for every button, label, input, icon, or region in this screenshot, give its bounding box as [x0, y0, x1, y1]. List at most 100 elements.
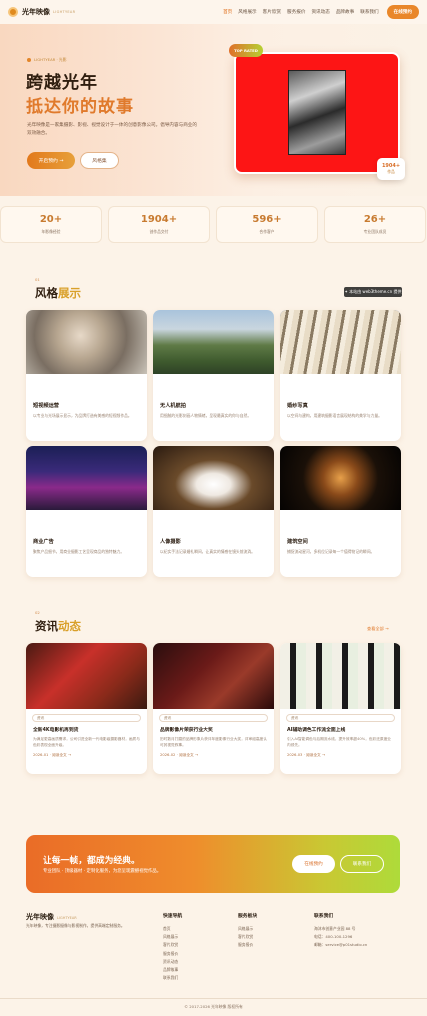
card-title: 建筑空间: [287, 539, 308, 545]
copyright: © 2017-2026 光年映像 版权所有: [184, 1004, 243, 1009]
news-date: 2026-03: [287, 753, 303, 758]
card-desc: 聚焦产品细节，用商业摄影工艺呈现商品的独特魅力。: [33, 549, 125, 554]
news-card[interactable]: 资讯 AI辅助调色工作流全面上线 引入AI智能调色与后期流水线，提升效率超40%…: [280, 643, 401, 774]
card-title: 短视频运营: [33, 403, 59, 409]
card-desc: 以空间与建构，用建筑摄影语言展现结构的美学与力量。: [287, 413, 382, 418]
news-desc: 历时数月打磨的品牌形象片获评年度影像行业大奖，评审组高度认可其视觉叙事。: [160, 737, 267, 748]
footer-link[interactable]: 联系我们: [163, 975, 178, 983]
news-read-link[interactable]: 阅读全文 →: [306, 753, 325, 757]
stat-number: 1904+: [140, 214, 178, 225]
footer-nav-title: 快速导航: [163, 914, 183, 919]
footer-email[interactable]: 邮箱：service@p01studio.cn: [314, 942, 367, 950]
footer-link[interactable]: 客片欣赏: [238, 934, 253, 942]
style-photo: [26, 310, 147, 374]
nav-item-gallery[interactable]: 客片欣赏: [263, 9, 281, 15]
badge-label: 作品: [387, 169, 395, 174]
card-desc: 以专业与光场展示显示，为品牌打造有美感的短视频作品。: [33, 413, 132, 418]
news-read-link[interactable]: 阅读全文 →: [52, 753, 71, 757]
news-card[interactable]: 资讯 全新4K电影机再到货 为满足更高画质需求，公司引进全新一代电影级摄影器材，…: [26, 643, 147, 774]
news-footer: 2026-03 · 阅读全文 →: [287, 753, 325, 758]
hero-description: 光年映像是一家集摄影、影视、视觉设计于一体的创意影像公司。倡导内容与商业的双效融…: [27, 123, 197, 136]
news-desc: 为满足更高画质需求，公司引进全新一代电影级摄影器材，画质与色彩表现全面升级。: [33, 737, 140, 748]
nav-item-styles[interactable]: 风格展示: [238, 9, 256, 15]
footer-services-title: 服务板块: [238, 914, 258, 919]
footer-nav-list: 首页 风格展示 客片欣赏 服务报价 资讯动态 品牌故事 联系我们: [163, 926, 178, 983]
footer-brand-sub: LIGHTYEAR: [57, 916, 77, 920]
footer-link[interactable]: 资讯动态: [163, 959, 178, 967]
style-photo: [26, 446, 147, 510]
title-accent: 展示: [58, 286, 81, 300]
news-photo: [153, 643, 274, 709]
news-title: AI辅助调色工作流全面上线: [287, 728, 346, 733]
card-desc: 以纪实手法记录婚礼瞬间，让真实的情感在镜头前流淌。: [160, 549, 255, 554]
footer-link[interactable]: 客片欣赏: [163, 942, 178, 950]
hero-styles-button[interactable]: 风格集: [80, 152, 119, 169]
cta-contact-button[interactable]: 联系我们: [340, 855, 384, 873]
news-read-link[interactable]: 阅读全文 →: [179, 753, 198, 757]
style-card[interactable]: 短视频运营 以专业与光场展示显示，为品牌打造有美感的短视频作品。: [26, 310, 147, 441]
card-desc: 捕捉流动星河，多机位记录每一个值得铭记的瞬间。: [287, 549, 375, 554]
stat-label: 合作客户: [259, 229, 275, 234]
stat-experience: 20+ 年影像经验: [0, 206, 102, 243]
hero-photo: [288, 70, 346, 155]
news-photo: [280, 643, 401, 709]
footer-link[interactable]: 风格展示: [238, 926, 253, 934]
footer-description: 光年映像，专注摄影摄像与影视制作，提供高端定制服务。: [26, 923, 125, 928]
card-title: 婚纱写真: [287, 403, 308, 409]
nav-item-pricing[interactable]: 服务报价: [287, 9, 305, 15]
news-footer: 2026-02 · 阅读全文 →: [160, 753, 198, 758]
dot-icon: [27, 58, 31, 62]
news-tag: 资讯: [32, 714, 141, 722]
card-title: 无人机航拍: [160, 403, 186, 409]
news-desc: 引入AI智能调色与后期流水线，提升效率超40%，色彩还原度业内领先。: [287, 737, 391, 748]
title-main: 资讯: [35, 619, 58, 633]
news-section-number: 02: [35, 610, 40, 615]
news-photo: [26, 643, 147, 709]
news-date: 2026-01: [33, 753, 49, 758]
footer-services-list: 风格展示 客片欣赏 服务报价: [238, 926, 253, 951]
style-card[interactable]: 商业广告 聚焦产品细节，用商业摄影工艺呈现商品的独特魅力。: [26, 446, 147, 577]
footer-contact-title: 联系我们: [314, 914, 334, 919]
news-tag: 资讯: [159, 714, 268, 722]
news-section-title: 资讯动态: [35, 618, 81, 634]
style-card[interactable]: 人像摄影 以纪实手法记录婚礼瞬间，让真实的情感在镜头前流淌。: [153, 446, 274, 577]
news-card[interactable]: 资讯 品牌影像片荣获行业大奖 历时数月打磨的品牌形象片获评年度影像行业大奖，评审…: [153, 643, 274, 774]
nav-item-story[interactable]: 品牌故事: [336, 9, 354, 15]
card-title: 商业广告: [33, 539, 54, 545]
stat-label: 年影像经验: [41, 229, 61, 234]
footer-brand-name: 光年映像: [26, 913, 54, 921]
footer-link[interactable]: 服务报价: [238, 942, 253, 950]
footer-link[interactable]: 风格展示: [163, 934, 178, 942]
brand-sub: LIGHTYEAR: [53, 10, 76, 14]
footer-divider: [0, 998, 427, 999]
footer-link[interactable]: 首页: [163, 926, 178, 934]
works-count-badge: 1904+ 作品: [377, 158, 405, 180]
styles-section-number: 01: [35, 277, 40, 282]
style-photo: [280, 310, 401, 374]
footer-link[interactable]: 品牌故事: [163, 967, 178, 975]
nav-book-button[interactable]: 在线预约: [386, 5, 419, 19]
title-main: 风格: [35, 286, 58, 300]
footer-link[interactable]: 服务报价: [163, 951, 178, 959]
stat-number: 596+: [252, 214, 282, 225]
hero-book-button[interactable]: 开启预约 →: [27, 152, 75, 169]
stat-number: 20+: [39, 214, 63, 225]
style-photo: [280, 446, 401, 510]
cta-book-button[interactable]: 在线预约: [292, 855, 335, 873]
logo-icon[interactable]: [8, 7, 18, 17]
footer-brand: 光年映像 LIGHTYEAR: [26, 912, 77, 922]
watermark-badge[interactable]: ✦ 本站由 web3theme.cn 提供: [344, 287, 402, 297]
style-card[interactable]: 婚纱写真 以空间与建构，用建筑摄影语言展现结构的美学与力量。: [280, 310, 401, 441]
news-title: 全新4K电影机再到货: [33, 728, 79, 733]
hero-tag: LIGHTYEAR · 光影: [27, 57, 67, 63]
style-card[interactable]: 无人机航拍 用细腻的光影刻画人物情绪，呈现最真实的你与自然。: [153, 310, 274, 441]
news-more-link[interactable]: 查看全部 →: [367, 626, 389, 632]
stat-label: 专业团队成员: [363, 229, 387, 234]
cta-subtitle: 专业团队 · 顶级器材 · 定制化服务，为您呈现震撼视觉作品。: [43, 869, 162, 874]
nav-item-home[interactable]: 首页: [223, 9, 232, 15]
brand-name[interactable]: 光年映像: [22, 7, 50, 17]
style-photo: [153, 446, 274, 510]
nav-item-news[interactable]: 资讯动态: [311, 9, 329, 15]
nav-item-contact[interactable]: 联系我们: [360, 9, 378, 15]
style-card[interactable]: 建筑空间 捕捉流动星河，多机位记录每一个值得铭记的瞬间。: [280, 446, 401, 577]
